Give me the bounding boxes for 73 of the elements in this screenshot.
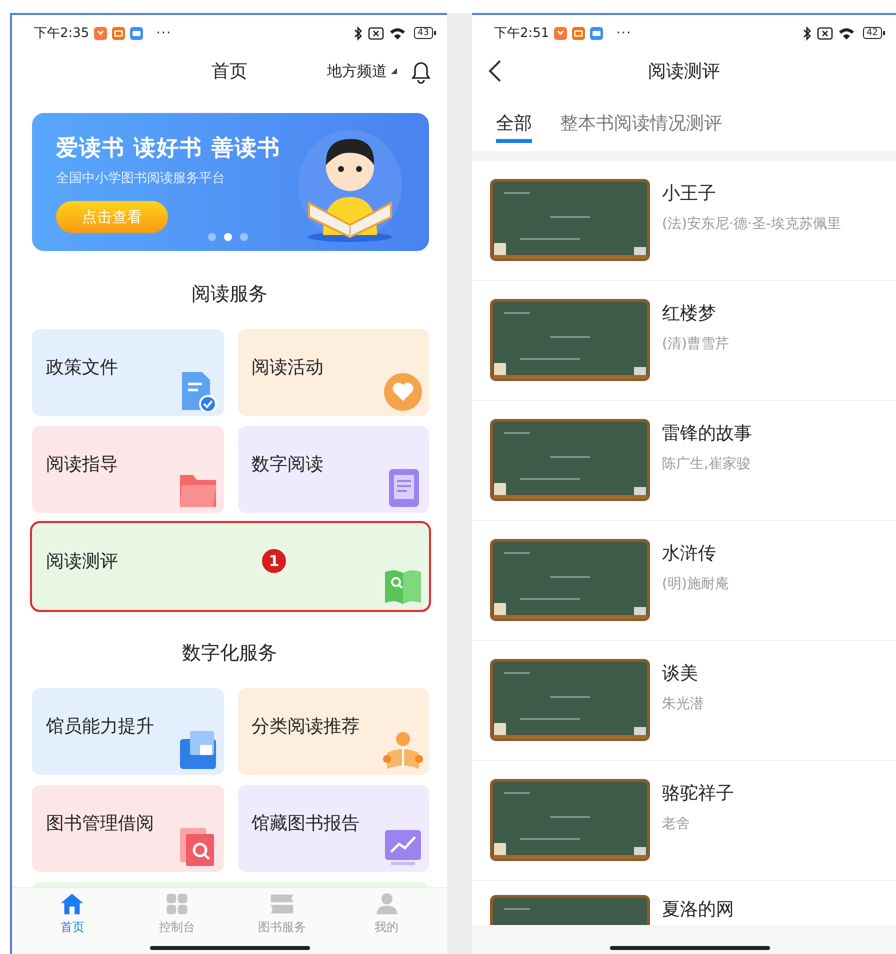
sim-card-icon	[368, 26, 384, 40]
status-time: 下午2:35	[34, 25, 90, 42]
battery-level: 43	[418, 28, 429, 38]
service-tile[interactable]: 阅读活动	[238, 329, 429, 416]
book-title: 谈美	[662, 662, 699, 685]
filter-tab[interactable]: 全部	[496, 107, 532, 143]
app-notification-icon	[572, 26, 586, 40]
tile-label: 阅读测评	[46, 551, 118, 572]
book-list-item[interactable]: 小王子 (法)安东尼·德·圣-埃克苏佩里	[472, 161, 896, 281]
tile-label: 馆员能力提升	[46, 716, 154, 737]
page-title: 阅读测评	[647, 60, 721, 83]
page-title: 首页	[210, 60, 248, 83]
wifi-icon	[838, 26, 855, 40]
channel-dropdown[interactable]: 地方频道	[327, 62, 397, 80]
app-notification-icon	[554, 26, 568, 40]
book-list-item[interactable]: 谈美 朱光潜	[472, 641, 896, 761]
tile-label: 数字阅读	[252, 454, 324, 475]
service-tile[interactable]: 图书管理借阅	[32, 785, 224, 872]
app-notification-icon	[94, 26, 108, 40]
status-overflow: ···	[616, 26, 632, 40]
person-reading-icon	[383, 729, 423, 771]
battery-level: 42	[866, 28, 878, 38]
tile-label: 阅读指导	[46, 454, 118, 475]
carousel-dot[interactable]	[224, 233, 232, 241]
book-list-item[interactable]: 水浒传 (明)施耐庵	[472, 521, 896, 641]
tile-label: 阅读活动	[252, 357, 324, 378]
carousel-dot[interactable]	[240, 233, 248, 241]
banner-subtitle: 全国中小学图书阅读服务平台	[56, 170, 226, 187]
service-tile[interactable]: 阅读指导	[32, 426, 224, 513]
sim-card-icon	[816, 26, 833, 40]
book-title: 小王子	[662, 182, 717, 205]
book-list-item[interactable]: 骆驼祥子 老舍	[472, 761, 896, 881]
service-tile[interactable]: 分类阅读推荐	[238, 688, 429, 775]
service-tile[interactable]: 政策文件	[32, 329, 224, 416]
book-author: (明)施耐庵	[662, 575, 729, 593]
back-icon[interactable]	[488, 59, 502, 83]
book-title: 红楼梦	[662, 302, 717, 325]
service-tile[interactable]: 馆藏图书报告	[238, 785, 429, 872]
folder-card-icon	[178, 729, 218, 771]
carousel-dot[interactable]	[208, 233, 216, 241]
app-notification-icon	[590, 26, 604, 40]
book-list-item[interactable]: 红楼梦 (清)曹雪芹	[472, 281, 896, 401]
book-title: 骆驼祥子	[662, 782, 734, 805]
service-tile[interactable]: 阅读测评 1	[32, 523, 429, 610]
app-notification-icon	[112, 26, 126, 40]
wifi-icon	[388, 26, 406, 40]
step-marker: 1	[262, 549, 286, 573]
bluetooth-icon	[802, 26, 812, 40]
tile-label: 政策文件	[46, 357, 118, 378]
app-notification-icon	[130, 26, 144, 40]
caret-icon	[391, 68, 397, 74]
status-time: 下午2:51	[494, 25, 550, 42]
section-title: 阅读服务	[190, 282, 268, 307]
book-author: 老舍	[662, 815, 691, 833]
book-author: 朱光潜	[662, 695, 704, 713]
book-title: 水浒传	[662, 542, 717, 565]
banner-headline: 爱读书 读好书 善读书	[56, 134, 282, 163]
book-author: 陈广生,崔家骏	[662, 455, 752, 473]
tile-label: 图书管理借阅	[46, 813, 154, 834]
book-list-item[interactable]: 雷锋的故事 陈广生,崔家骏	[472, 401, 896, 521]
bluetooth-icon	[352, 26, 363, 40]
tile-label: 分类阅读推荐	[252, 716, 360, 737]
book-author: (清)曹雪芹	[662, 335, 729, 353]
filter-tab[interactable]: 整本书阅读情况测评	[560, 107, 722, 143]
section-title: 数字化服务	[181, 641, 278, 666]
book-author: (法)安东尼·德·圣-埃克苏佩里	[662, 215, 841, 233]
tile-label: 馆藏图书报告	[252, 813, 360, 834]
status-overflow: ···	[156, 26, 172, 40]
book-title: 夏洛的网	[662, 898, 734, 921]
service-tile[interactable]: 数字阅读	[238, 426, 429, 513]
nav-tab[interactable]: 首页	[37, 892, 108, 936]
service-tile[interactable]: 馆员能力提升	[32, 688, 224, 775]
book-title: 雷锋的故事	[662, 422, 752, 445]
